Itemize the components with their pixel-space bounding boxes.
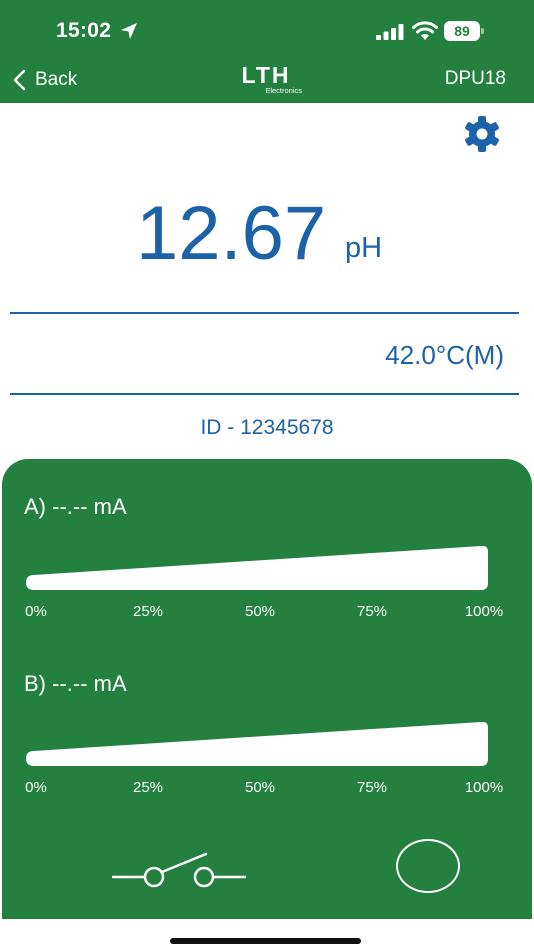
status-time: 15:02 bbox=[56, 19, 112, 42]
battery-tip bbox=[481, 28, 484, 34]
cellular-signal-icon bbox=[376, 24, 404, 40]
tick-label: 25% bbox=[132, 779, 164, 796]
relay-switch-icon[interactable] bbox=[112, 852, 246, 892]
battery-level: 89 bbox=[454, 23, 470, 39]
reading-unit: pH bbox=[345, 232, 383, 264]
location-arrow-icon bbox=[121, 23, 137, 39]
tick-label: 100% bbox=[464, 779, 504, 796]
tick-label: 75% bbox=[356, 779, 388, 796]
status-circle-indicator[interactable] bbox=[396, 839, 460, 893]
logo-main: LTH bbox=[241, 62, 291, 88]
lth-logo: LTH Electronics bbox=[226, 64, 306, 96]
channel-a-scale: 0% 25% 50% 75% 100% bbox=[20, 603, 510, 623]
tick-label: 50% bbox=[244, 603, 276, 620]
home-indicator bbox=[170, 938, 361, 944]
tick-label: 50% bbox=[244, 779, 276, 796]
chevron-left-icon bbox=[13, 69, 26, 91]
settings-button[interactable] bbox=[460, 115, 504, 153]
header-bar: 15:02 89 Back LTH Electronics DPU18 bbox=[0, 0, 534, 103]
battery-indicator: 89 bbox=[444, 21, 484, 41]
channel-a-gauge bbox=[26, 545, 490, 591]
tick-label: 0% bbox=[25, 779, 47, 796]
divider-top bbox=[10, 312, 519, 314]
outputs-panel: A) --.-- mA 0% 25% 50% 75% 100% B) --.--… bbox=[2, 459, 532, 919]
back-label: Back bbox=[35, 69, 78, 90]
divider-bottom bbox=[10, 393, 519, 395]
channel-b-scale: 0% 25% 50% 75% 100% bbox=[20, 779, 510, 799]
logo-sub: Electronics bbox=[265, 86, 302, 95]
channel-a-gauge-wedge bbox=[26, 545, 488, 590]
gear-icon bbox=[465, 116, 499, 152]
channel-a-label: A) --.-- mA bbox=[24, 494, 127, 519]
tick-label: 0% bbox=[25, 603, 47, 620]
tick-label: 100% bbox=[464, 603, 504, 620]
ph-reading: 12.67 pH bbox=[0, 192, 534, 282]
back-button[interactable]: Back bbox=[12, 66, 77, 94]
tick-label: 25% bbox=[132, 603, 164, 620]
tick-label: 75% bbox=[356, 603, 388, 620]
reading-value: 12.67 bbox=[136, 191, 327, 276]
channel-b-gauge bbox=[26, 721, 490, 767]
temperature-reading: 42.0°C(M) bbox=[385, 340, 504, 370]
wifi-icon bbox=[412, 21, 438, 40]
device-name: DPU18 bbox=[444, 68, 506, 89]
channel-b-label: B) --.-- mA bbox=[24, 671, 127, 696]
channel-b-gauge-wedge bbox=[26, 721, 488, 766]
device-id: ID - 12345678 bbox=[200, 416, 334, 439]
